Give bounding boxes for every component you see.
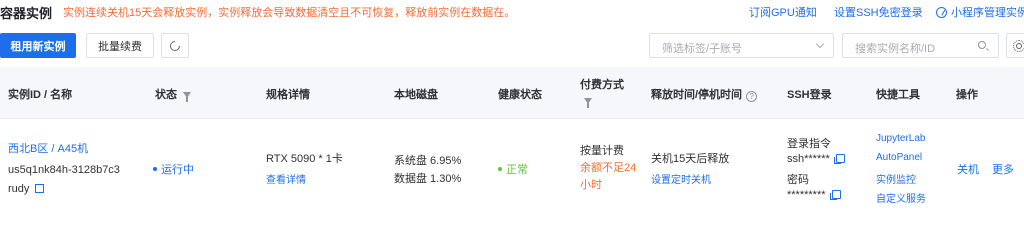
spec-detail-link[interactable]: 查看详情 (266, 171, 306, 186)
instance-name-label: rudy (8, 183, 30, 195)
status-dot (153, 167, 157, 171)
filter-icon[interactable] (183, 92, 191, 102)
billing-warning: 余额不足24小时 (580, 162, 637, 191)
col-ssh: SSH登录 (787, 89, 832, 101)
ssh-cmd-label: 登录指令 (787, 138, 831, 150)
tool-custom-service-link[interactable]: 自定义服务 (876, 190, 926, 205)
refresh-button[interactable] (161, 33, 189, 58)
table-row: 西北B区 / A45机 us5q1nk84h-3128b7c3 rudy 运行中… (0, 120, 1024, 214)
col-disk: 本地磁盘 (394, 89, 438, 101)
release-time: 关机15天后释放 (651, 153, 730, 165)
ssh-passwordless-link[interactable]: 设置SSH免密登录 (834, 4, 923, 20)
edit-icon[interactable] (35, 184, 45, 193)
col-actions: 操作 (956, 89, 978, 101)
chevron-down-icon (815, 39, 825, 49)
col-release-time-label: 释放时间/停机时间 (651, 89, 743, 101)
miniprogram-link[interactable]: 小程序管理实例 (936, 4, 1024, 20)
disk-system: 系统盘 6.95% (394, 155, 462, 167)
health-label: 正常 (506, 164, 528, 176)
page-header: 容器实例 实例连续关机15天会释放实例，实例释放会导致数据清空且不可恢复，释放前… (0, 0, 1024, 26)
col-health: 健康状态 (498, 89, 542, 101)
miniprogram-link-label: 小程序管理实例 (951, 7, 1024, 19)
health-dot (498, 167, 502, 171)
shutdown-button[interactable]: 关机 (957, 161, 979, 177)
region-link[interactable]: 西北B区 / A45机 (8, 140, 88, 156)
tool-monitor-link[interactable]: 实例监控 (876, 171, 916, 186)
gpu-notify-link[interactable]: 订阅GPU通知 (749, 4, 817, 20)
ssh-pwd-value: ********* (787, 189, 826, 201)
refresh-icon (167, 38, 183, 53)
instance-id: us5q1nk84h-3128b7c3 (8, 164, 120, 176)
tag-filter-placeholder: 筛选标签/子账号 (662, 43, 743, 55)
column-settings-button[interactable] (1006, 33, 1024, 58)
col-instance-id: 实例ID / 名称 (8, 89, 73, 101)
billing-type: 按量计费 (580, 145, 624, 157)
tag-filter-select[interactable]: 筛选标签/子账号 (649, 33, 834, 58)
disk-data: 数据盘 1.30% (394, 173, 462, 185)
status-badge: 运行中 (153, 161, 194, 177)
batch-renew-button[interactable]: 批量续费 (86, 33, 154, 58)
search-input[interactable]: 搜索实例名称/ID (842, 33, 999, 58)
col-spec: 规格详情 (266, 89, 310, 101)
gear-icon (1013, 40, 1024, 52)
tool-autopanel-link[interactable]: AutoPanel (876, 152, 922, 163)
col-status: 状态 (155, 86, 191, 102)
release-notice: 实例连续关机15天会释放实例，实例释放会导致数据清空且不可恢复，释放前实例在数据… (63, 7, 516, 19)
help-icon[interactable]: ? (746, 91, 758, 102)
col-status-label: 状态 (155, 89, 177, 101)
ssh-cmd-value: ssh****** (787, 153, 830, 165)
ssh-pwd: ********* (787, 189, 841, 201)
miniprogram-icon (936, 7, 947, 18)
scheduled-shutdown-link[interactable]: 设置定时关机 (651, 171, 711, 186)
search-icon[interactable] (978, 41, 986, 49)
copy-icon[interactable] (833, 154, 845, 164)
spec-detail: RTX 5090 * 1卡 (266, 153, 343, 165)
col-release-time: 释放时间/停机时间? (651, 86, 758, 102)
col-tools: 快捷工具 (876, 89, 920, 101)
search-placeholder: 搜索实例名称/ID (855, 43, 936, 55)
instance-name: rudy (8, 183, 45, 195)
health-badge: 正常 (498, 161, 528, 177)
billing-filter-icon[interactable] (584, 98, 592, 108)
rent-new-instance-button[interactable]: 租用新实例 (0, 33, 76, 58)
table-header: 实例ID / 名称 状态 规格详情 本地磁盘 健康状态 付费方式 释放时间/停机… (0, 67, 1024, 119)
ssh-pwd-label: 密码 (787, 174, 809, 186)
page-title: 容器实例 (0, 6, 53, 21)
tool-jupyterlab-link[interactable]: JupyterLab (876, 133, 925, 144)
ssh-cmd: ssh****** (787, 153, 845, 165)
copy-icon[interactable] (829, 190, 841, 200)
status-label: 运行中 (161, 164, 194, 176)
more-button[interactable]: 更多 (992, 161, 1014, 177)
col-billing: 付费方式 (580, 79, 624, 91)
